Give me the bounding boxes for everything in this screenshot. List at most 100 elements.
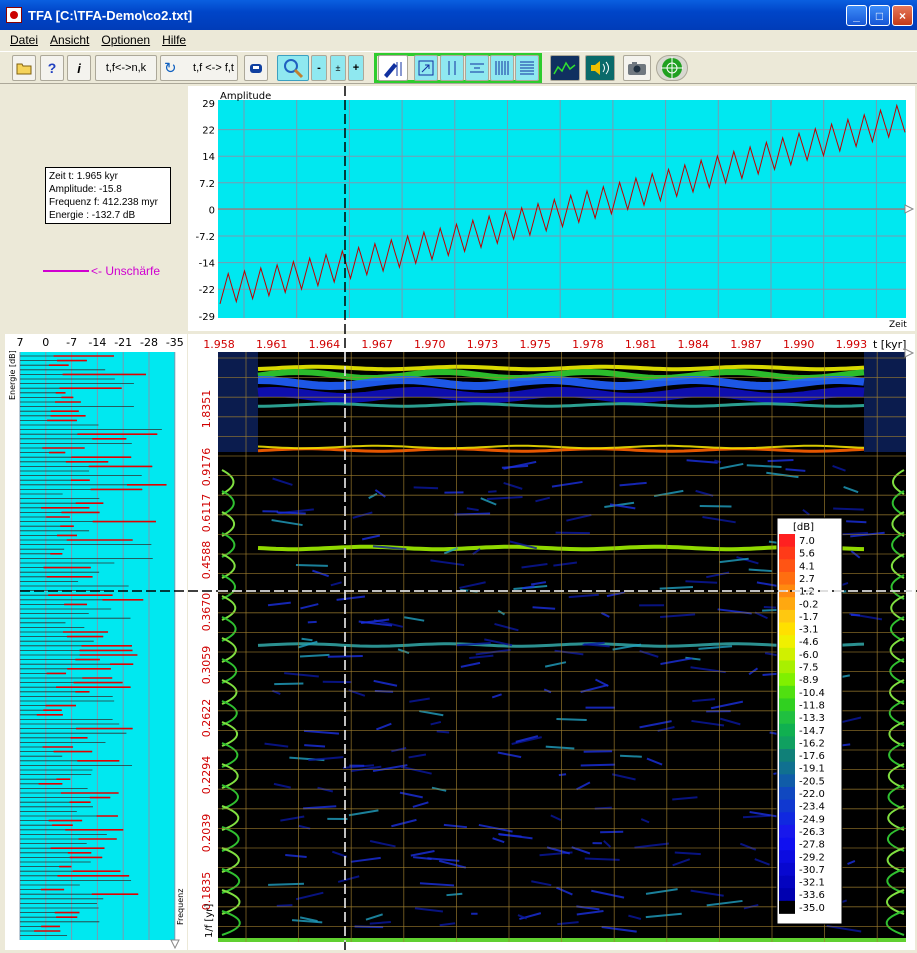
colorbar-label: -10.4 <box>799 688 825 699</box>
colorbar-label: 5.6 <box>799 549 815 560</box>
spectrogram-blob <box>274 682 304 686</box>
colorbar-label: -4.6 <box>799 637 819 648</box>
spectrogram-ttick-label: 1.975 <box>519 338 551 351</box>
spectrogram-ftick-label: 0.4588 <box>200 541 213 580</box>
signal-ytick-label: 22 <box>202 126 215 137</box>
spectrogram-ttick-label: 1.978 <box>572 338 604 351</box>
colorbar-label: -35.0 <box>799 903 825 914</box>
energy-xtick-label: 0 <box>42 336 49 349</box>
spectrogram-blob <box>833 507 864 511</box>
spectrogram-ttick-label: 1.967 <box>361 338 393 351</box>
signal-xlabel: Zeit <box>889 320 907 330</box>
colorbar-dot <box>781 774 793 787</box>
plot-area[interactable]: 29 22 14 7.2 0 -7.2 -14 -22 -29 Amplitude Zeit 7… <box>0 0 917 953</box>
spectrogram-ftick-label: 0.2294 <box>200 756 213 795</box>
colorbar-label: 1.2 <box>799 587 815 598</box>
colorbar-label: 7.0 <box>799 536 815 547</box>
spectrogram-edge-patch <box>218 352 258 452</box>
colorbar-label: -20.5 <box>799 776 825 787</box>
spectrogram-blob <box>699 504 732 508</box>
spectrogram-blob <box>413 486 439 490</box>
spectrogram-blob <box>276 511 306 515</box>
spectrogram-blob <box>685 580 718 584</box>
colorbar-dot <box>781 673 793 686</box>
spectrogram-ttick-label: 1.961 <box>256 338 288 351</box>
spectrogram-tlabel: t [kyr] <box>873 338 906 351</box>
colorbar-dot <box>781 900 793 913</box>
colorbar-dot <box>781 850 793 863</box>
colorbar-dot <box>781 812 793 825</box>
spectrogram-ftick-label: 0.6117 <box>200 494 213 533</box>
signal-ytick-label: -29 <box>199 312 215 323</box>
spectrogram-blob <box>600 830 624 834</box>
spectrogram-blob <box>307 620 317 624</box>
energy-freq-label: Frequenz <box>176 889 185 925</box>
colorbar-dot <box>781 622 793 635</box>
spectrogram-blob <box>327 655 363 658</box>
colorbar-label: 4.1 <box>799 561 815 572</box>
spectrogram-band <box>257 364 865 372</box>
signal-ytick-label: -14 <box>199 259 215 270</box>
colorbar-label: -11.8 <box>799 700 825 711</box>
colorbar-label: -33.6 <box>799 890 825 901</box>
colorbar-label: -26.3 <box>799 827 825 838</box>
spectrogram-ttick-label: 1.987 <box>730 338 762 351</box>
colorbar-label: -19.1 <box>799 764 825 775</box>
spectrogram-ttick-label: 1.964 <box>309 338 341 351</box>
spectrogram-blob <box>846 520 867 524</box>
colorbar-dot <box>781 749 793 762</box>
colorbar-dot <box>781 837 793 850</box>
colorbar-dot <box>781 711 793 724</box>
colorbar-label: -7.5 <box>799 663 819 674</box>
colorbar-dot <box>781 685 793 698</box>
signal-ytick-label: 7.2 <box>199 179 215 190</box>
colorbar-dot <box>781 761 793 774</box>
signal-ytick-label: 29 <box>202 99 215 110</box>
colorbar-dot <box>781 723 793 736</box>
spectrogram-ttick-label: 1.993 <box>836 338 868 351</box>
colorbar-dot <box>781 559 793 572</box>
colorbar-dot <box>781 609 793 622</box>
spectrogram-ftick-label: 1.8351 <box>200 390 213 429</box>
spectrogram-blob <box>558 773 567 777</box>
colorbar-title: [dB] <box>793 522 814 533</box>
colorbar-label: -24.9 <box>799 814 825 825</box>
signal-title: Amplitude <box>220 91 271 102</box>
signal-ytick-label: -7.2 <box>195 232 215 243</box>
energy-xtick-label: -21 <box>114 336 132 349</box>
spectrogram-blob <box>580 763 616 767</box>
spectrogram-freq-axis: 1.8351 0.9176 0.6117 0.4588 0.3670 0.3059 0.26… <box>200 390 213 911</box>
spectrogram-blob <box>276 904 293 907</box>
signal-ytick-label: 0 <box>209 205 215 216</box>
colorbar-dot <box>781 534 793 546</box>
spectrogram-ttick-label: 1.981 <box>625 338 657 351</box>
spectrogram-ftick-label: 0.3059 <box>200 646 213 685</box>
colorbar-label: -27.8 <box>799 840 825 851</box>
colorbar-label: -3.1 <box>799 625 819 636</box>
spectrogram-ttick-label: 1.970 <box>414 338 446 351</box>
colorbar-dot <box>781 635 793 648</box>
colorbar-label: -14.7 <box>799 726 825 737</box>
spectrogram-ttick-label: 1.990 <box>783 338 815 351</box>
spectrogram-flabel: 1/f [yr] <box>204 904 215 938</box>
colorbar-label: -22.0 <box>799 789 825 800</box>
colorbar-dot <box>781 546 793 559</box>
spectrogram-blob <box>767 458 794 463</box>
spectrogram-blob <box>556 718 587 721</box>
colorbar-label: -1.7 <box>799 612 819 623</box>
colorbar-label: -0.2 <box>799 599 819 610</box>
colorbar-dot <box>781 647 793 660</box>
spectrogram-blob <box>763 606 776 609</box>
colorbar-dot <box>781 862 793 875</box>
signal-ytick-label: 14 <box>202 152 215 163</box>
colorbar-dot <box>781 888 793 901</box>
colorbar-dot <box>781 824 793 837</box>
colorbar-label: -32.1 <box>799 878 825 889</box>
energy-xtick-label: -28 <box>140 336 158 349</box>
colorbar-dot <box>781 660 793 673</box>
colorbar-dot <box>781 698 793 711</box>
spectrogram-ftick-label: 0.9176 <box>200 448 213 487</box>
spectrogram-bottom-band <box>218 938 906 942</box>
colorbar-label: -23.4 <box>799 802 825 813</box>
colorbar-dot <box>781 736 793 749</box>
